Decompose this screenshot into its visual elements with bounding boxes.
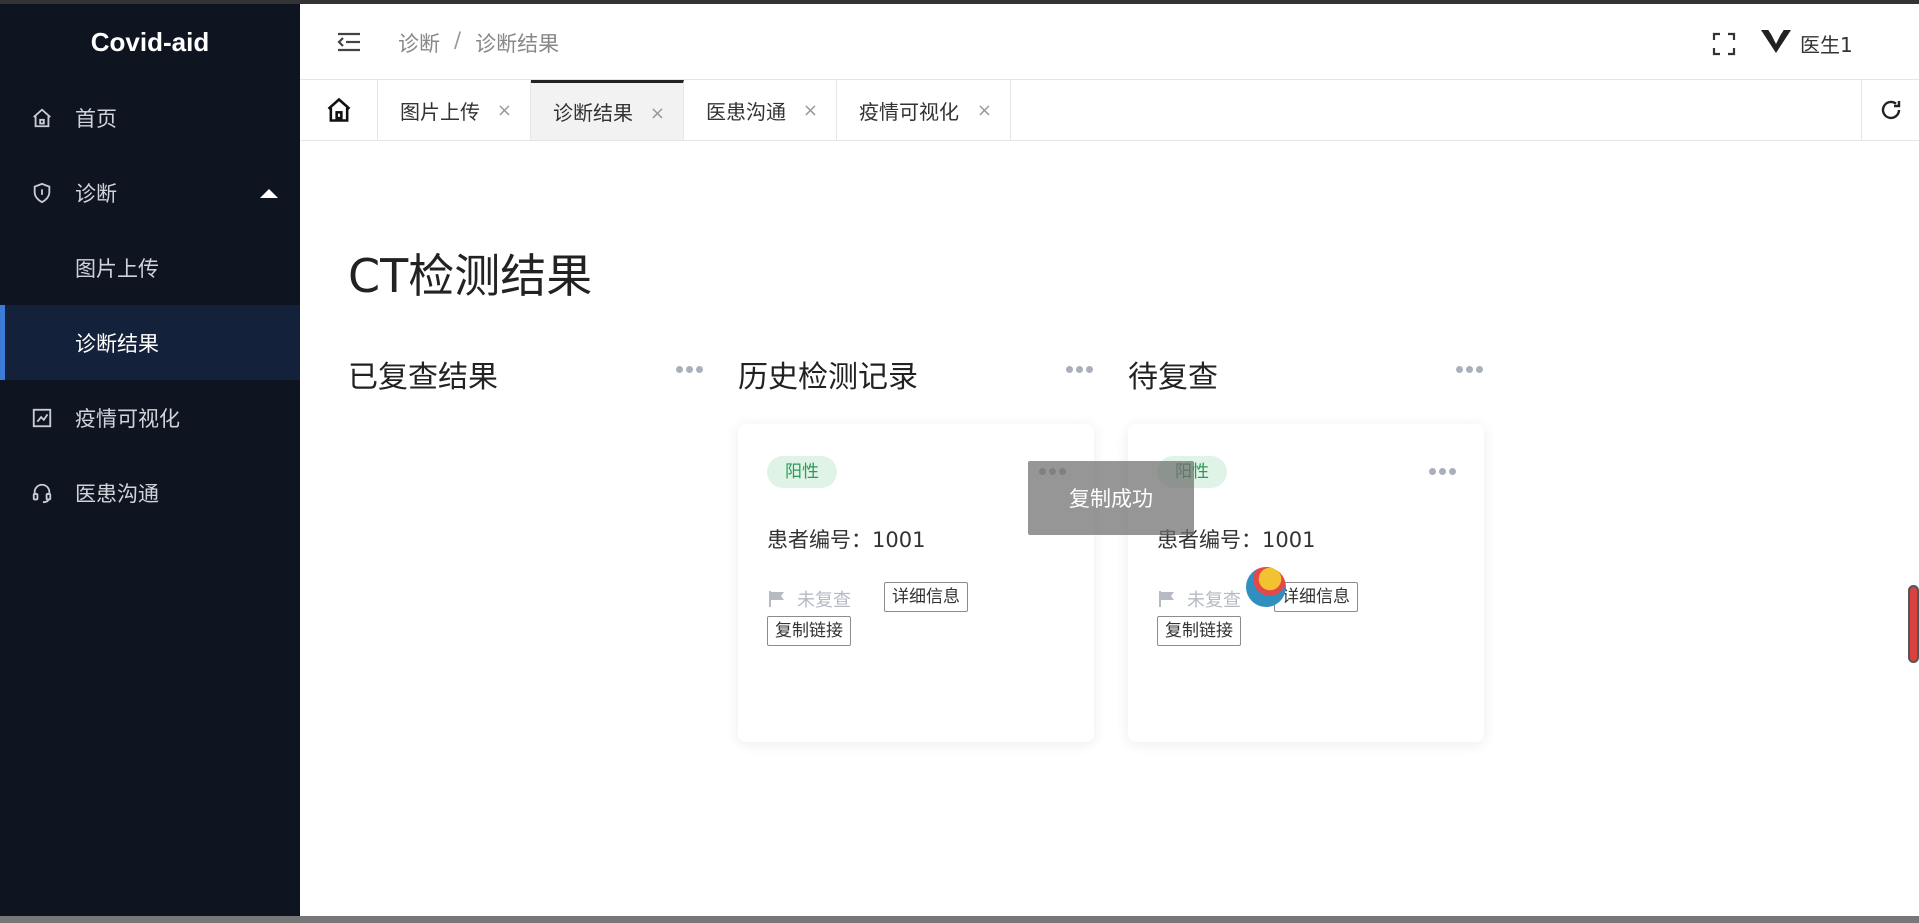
- sidebar-item-label: 图片上传: [75, 256, 159, 281]
- tab-label: 疫情可视化: [859, 99, 959, 124]
- sidebar-item-label: 疫情可视化: [75, 406, 180, 431]
- sidebar-item-image-upload[interactable]: 图片上传: [0, 230, 300, 305]
- copy-link-button[interactable]: 复制链接: [1157, 616, 1241, 646]
- toast-message: 复制成功: [1028, 461, 1194, 535]
- avatar: [1760, 28, 1792, 59]
- more-icon[interactable]: [1066, 366, 1094, 374]
- column-reviewed: 已复查结果: [348, 352, 704, 396]
- close-icon[interactable]: ×: [497, 100, 512, 121]
- tab-bar: 图片上传 × 诊断结果 × 医患沟通 × 疫情可视化 ×: [300, 80, 1919, 141]
- sidebar-item-label: 首页: [75, 106, 117, 131]
- tab-home[interactable]: [300, 80, 378, 140]
- tab-diagnosis-result[interactable]: 诊断结果 ×: [531, 80, 684, 140]
- column-pending-review: 待复查: [1128, 352, 1484, 396]
- sidebar-item-diagnosis-result[interactable]: 诊断结果: [0, 305, 300, 380]
- tab-label: 医患沟通: [706, 99, 786, 124]
- review-status-label: 未复查: [797, 590, 851, 611]
- more-icon[interactable]: [1456, 366, 1484, 374]
- tab-image-upload[interactable]: 图片上传 ×: [378, 80, 531, 140]
- menu-collapse-icon[interactable]: [336, 30, 362, 54]
- review-status-label: 未复查: [1187, 590, 1241, 611]
- breadcrumb: 诊断 / 诊断结果: [398, 28, 559, 58]
- column-title: 历史检测记录: [738, 360, 918, 395]
- home-icon: [327, 97, 350, 122]
- flag-icon: [769, 591, 784, 607]
- tab-epidemic-visualization[interactable]: 疫情可视化 ×: [837, 80, 1011, 140]
- status-badge: 阳性: [767, 456, 837, 488]
- fullscreen-icon[interactable]: [1712, 32, 1736, 56]
- breadcrumb-item-current: 诊断结果: [475, 32, 560, 56]
- detail-button[interactable]: 详细信息: [1274, 582, 1358, 612]
- floating-widget-icon[interactable]: [1246, 567, 1286, 607]
- copy-link-button[interactable]: 复制链接: [767, 616, 851, 646]
- app-logo: Covid-aid: [90, 27, 210, 57]
- column-history: 历史检测记录: [738, 352, 1094, 396]
- chevron-up-icon: [260, 189, 278, 198]
- refresh-button[interactable]: [1861, 80, 1919, 140]
- breadcrumb-item[interactable]: 诊断: [398, 28, 440, 58]
- close-icon[interactable]: ×: [803, 100, 818, 121]
- window-bottom-border: [0, 916, 1919, 923]
- tab-doctor-patient-chat[interactable]: 医患沟通 ×: [684, 80, 837, 140]
- detail-button[interactable]: 详细信息: [884, 582, 968, 612]
- tab-label: 诊断结果: [553, 101, 633, 125]
- refresh-icon: [1881, 100, 1900, 120]
- page-title: CT检测结果: [348, 249, 593, 303]
- column-title: 待复查: [1128, 360, 1218, 395]
- user-menu[interactable]: 医生1: [1760, 28, 1853, 59]
- home-icon: [30, 106, 54, 130]
- sidebar-item-label: 诊断结果: [75, 331, 159, 356]
- more-icon[interactable]: [1429, 468, 1456, 475]
- headset-icon: [30, 481, 54, 505]
- sidebar-item-doctor-patient-chat[interactable]: 医患沟通: [0, 455, 300, 530]
- sidebar-item-home[interactable]: 首页: [0, 80, 300, 155]
- flag-icon: [1159, 591, 1174, 607]
- breadcrumb-separator: /: [454, 28, 462, 52]
- scrollbar-thumb[interactable]: [1908, 585, 1919, 663]
- user-name: 医生1: [1800, 33, 1853, 57]
- tab-label: 图片上传: [400, 99, 480, 124]
- close-icon[interactable]: ×: [977, 100, 992, 121]
- close-icon[interactable]: ×: [650, 103, 665, 124]
- sidebar-item-diagnosis[interactable]: 诊断: [0, 155, 300, 230]
- more-icon[interactable]: [676, 366, 704, 374]
- sidebar-item-label: 医患沟通: [75, 481, 159, 506]
- app-root: Covid-aid 首页 诊断 图片上传 诊断结果 疫情可视化 医患沟通 诊断 …: [0, 0, 1919, 923]
- shield-icon: [30, 181, 54, 205]
- sidebar: Covid-aid 首页 诊断 图片上传 诊断结果 疫情可视化 医患沟通: [0, 4, 300, 923]
- top-header: 诊断 / 诊断结果 医生1: [300, 4, 1919, 80]
- chart-icon: [30, 406, 54, 430]
- sidebar-item-label: 诊断: [75, 181, 117, 206]
- patient-id: 患者编号：1001: [767, 528, 926, 552]
- column-title: 已复查结果: [348, 360, 498, 395]
- review-status: 未复查: [767, 586, 851, 612]
- review-status: 未复查: [1157, 586, 1241, 612]
- sidebar-item-epidemic-visualization[interactable]: 疫情可视化: [0, 380, 300, 455]
